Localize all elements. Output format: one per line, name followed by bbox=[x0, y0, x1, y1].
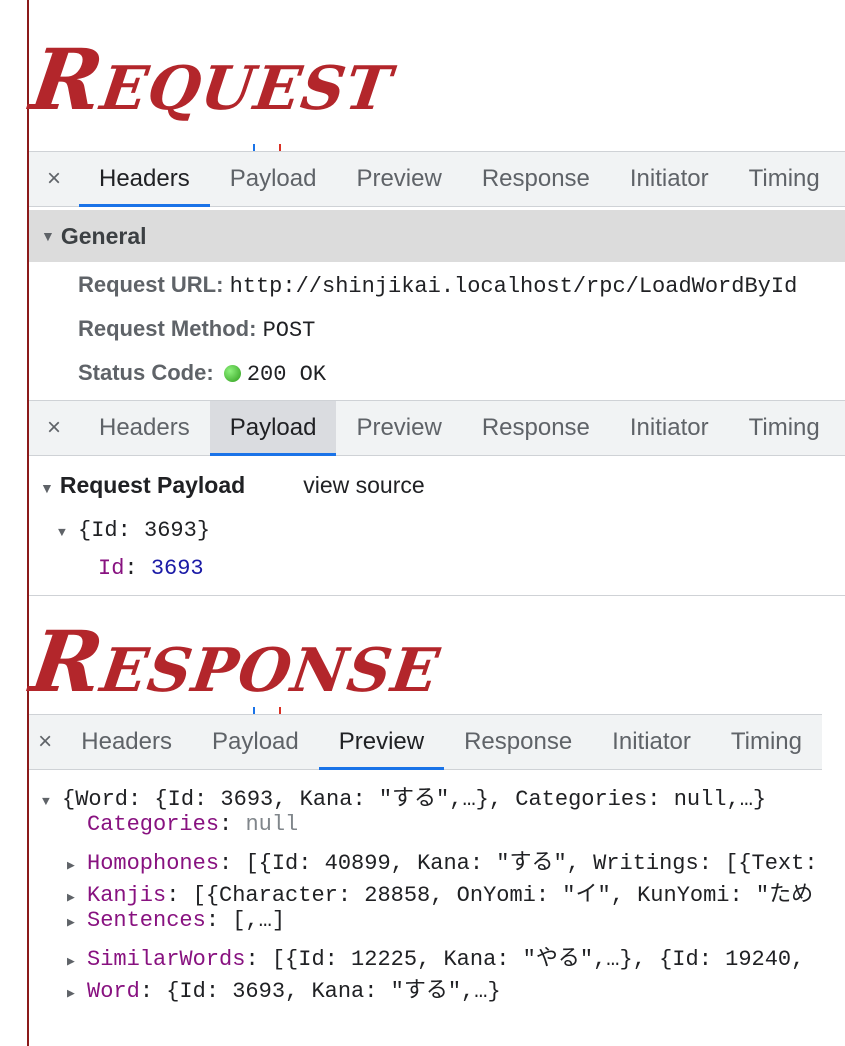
tab-payload[interactable]: Payload bbox=[210, 152, 337, 206]
homophones-key: Homophones bbox=[87, 851, 220, 876]
preview-word-row[interactable]: ▶ Word: {Id: 3693, Kana: "する",…} bbox=[67, 972, 501, 1004]
response-label-text: RESPONSE bbox=[25, 612, 444, 711]
preview-categories-row: Categories: null bbox=[87, 812, 299, 837]
status-code-label: Status Code: bbox=[78, 360, 214, 385]
preview-sentences-row[interactable]: ▶ Sentences: [,…] bbox=[67, 908, 285, 933]
tab-payload[interactable]: Payload bbox=[192, 715, 319, 769]
payload-id-key: Id bbox=[98, 556, 125, 581]
request-label: REQUEST bbox=[25, 30, 400, 129]
tab-initiator[interactable]: Initiator bbox=[610, 401, 729, 455]
close-icon[interactable]: × bbox=[29, 152, 79, 206]
tab-response[interactable]: Response bbox=[444, 715, 592, 769]
request-method-value: POST bbox=[262, 318, 316, 343]
collapsed-triangle-icon[interactable]: ▶ bbox=[67, 890, 87, 905]
request-url-row: Request URL: http://shinjikai.localhost/… bbox=[78, 272, 797, 299]
categories-key: Categories bbox=[87, 812, 220, 837]
similarwords-key: SimilarWords bbox=[87, 947, 246, 972]
tab-response[interactable]: Response bbox=[462, 152, 610, 206]
request-url-label: Request URL: bbox=[78, 272, 224, 297]
collapsed-triangle-icon[interactable]: ▶ bbox=[67, 858, 87, 873]
homophones-value: [{Id: 40899, Kana: "する", Writings: [{Tex… bbox=[245, 851, 818, 876]
request-method-label: Request Method: bbox=[78, 316, 257, 341]
collapse-triangle-icon[interactable]: ▼ bbox=[40, 480, 54, 496]
view-source-link[interactable]: view source bbox=[303, 472, 424, 498]
tab-preview[interactable]: Preview bbox=[336, 401, 461, 455]
tab-timing[interactable]: Timing bbox=[711, 715, 822, 769]
payload-id-value: 3693 bbox=[150, 556, 204, 581]
payload-summary-text: {Id: 3693} bbox=[78, 518, 211, 543]
devtools-tabbar-preview: × Headers Payload Preview Response Initi… bbox=[29, 714, 822, 770]
tab-payload[interactable]: Payload bbox=[209, 401, 337, 456]
general-section-header[interactable]: ▼ General bbox=[29, 210, 845, 262]
word-value: {Id: 3693, Kana: "する",…} bbox=[166, 979, 501, 1004]
payload-id-row: Id: 3693 bbox=[98, 556, 204, 581]
payload-summary[interactable]: ▼ {Id: 3693} bbox=[58, 518, 210, 543]
response-label: RESPONSE bbox=[25, 612, 447, 711]
request-method-row: Request Method: POST bbox=[78, 316, 315, 343]
tab-headers[interactable]: Headers bbox=[61, 715, 192, 769]
general-title: General bbox=[60, 222, 147, 249]
categories-value: null bbox=[245, 812, 299, 837]
tab-initiator[interactable]: Initiator bbox=[610, 152, 729, 206]
collapsed-triangle-icon[interactable]: ▶ bbox=[67, 954, 87, 969]
request-payload-title: Request Payload bbox=[59, 472, 246, 498]
status-ok-icon bbox=[223, 365, 241, 382]
sentences-value: [,…] bbox=[232, 908, 286, 933]
tab-initiator[interactable]: Initiator bbox=[592, 715, 711, 769]
kanjis-key: Kanjis bbox=[87, 883, 167, 908]
tab-headers[interactable]: Headers bbox=[79, 401, 210, 455]
tab-response[interactable]: Response bbox=[462, 401, 610, 455]
request-url-value[interactable]: http://shinjikai.localhost/rpc/LoadWordB… bbox=[230, 274, 798, 299]
status-code-value: 200 OK bbox=[246, 362, 327, 387]
devtools-tabbar-payload: × Headers Payload Preview Response Initi… bbox=[29, 400, 845, 456]
preview-similarwords-row[interactable]: ▶ SimilarWords: [{Id: 12225, Kana: "やる",…… bbox=[67, 940, 822, 972]
request-label-text: REQUEST bbox=[25, 30, 397, 129]
similarwords-value: [{Id: 12225, Kana: "やる",…}, {Id: 19240, … bbox=[271, 947, 822, 972]
collapsed-triangle-icon[interactable]: ▶ bbox=[67, 986, 87, 1001]
tab-preview[interactable]: Preview bbox=[336, 152, 461, 206]
close-icon[interactable]: × bbox=[29, 401, 79, 455]
close-icon[interactable]: × bbox=[29, 715, 61, 769]
preview-summary-text: {Word: {Id: 3693, Kana: "する",…}, Categor… bbox=[62, 787, 767, 812]
devtools-tabbar-headers: × Headers Payload Preview Response Initi… bbox=[29, 151, 845, 207]
preview-homophones-row[interactable]: ▶ Homophones: [{Id: 40899, Kana: "する", Wr… bbox=[67, 844, 818, 876]
sentences-key: Sentences bbox=[87, 908, 206, 933]
kanjis-value: [{Character: 28858, OnYomi: "イ", KunYomi… bbox=[192, 883, 814, 908]
tab-headers[interactable]: Headers bbox=[79, 152, 210, 207]
tab-timing[interactable]: Timing bbox=[729, 401, 840, 455]
collapse-triangle-icon[interactable]: ▼ bbox=[41, 228, 55, 244]
preview-summary[interactable]: ▼ {Word: {Id: 3693, Kana: "する",…}, Catego… bbox=[42, 780, 766, 812]
expand-triangle-icon[interactable]: ▼ bbox=[42, 794, 62, 809]
preview-kanjis-row[interactable]: ▶ Kanjis: [{Character: 28858, OnYomi: "イ"… bbox=[67, 876, 813, 908]
collapsed-triangle-icon[interactable]: ▶ bbox=[67, 915, 87, 930]
status-code-row: Status Code: 200 OK bbox=[78, 360, 326, 387]
expand-triangle-icon[interactable]: ▼ bbox=[58, 525, 78, 540]
request-payload-header: ▼ Request Payload view source bbox=[40, 472, 425, 499]
preview-tree: ▼ {Word: {Id: 3693, Kana: "する",…}, Catego… bbox=[29, 776, 822, 1016]
section-divider bbox=[29, 595, 845, 596]
word-key: Word bbox=[87, 979, 140, 1004]
tab-preview[interactable]: Preview bbox=[318, 715, 445, 770]
tab-timing[interactable]: Timing bbox=[729, 152, 840, 206]
